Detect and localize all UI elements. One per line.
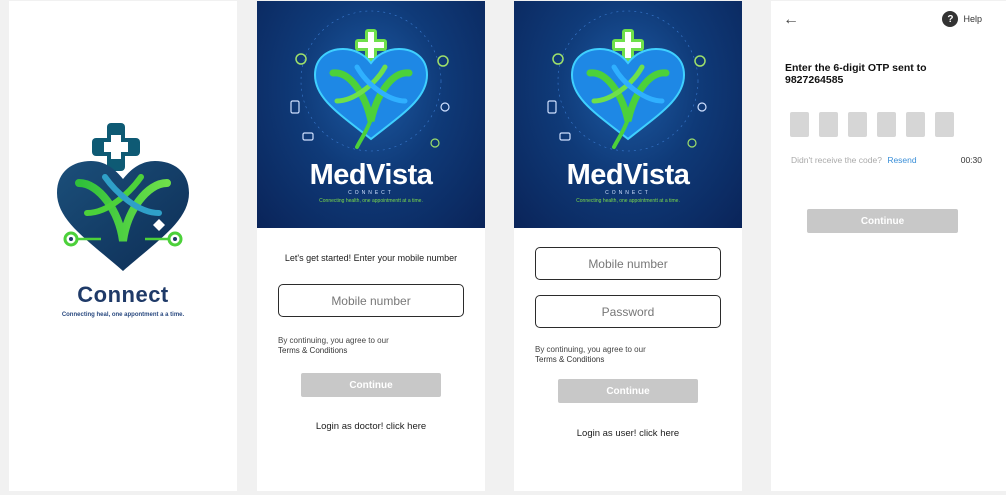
connect-wordmark: Connect bbox=[77, 282, 169, 307]
connect-heart-logo bbox=[57, 123, 189, 271]
mobile-number-input[interactable] bbox=[536, 256, 720, 271]
mobile-number-field[interactable] bbox=[278, 284, 464, 317]
terms-link[interactable]: Terms & Conditions bbox=[535, 355, 646, 365]
terms-text: By continuing, you agree to our bbox=[278, 336, 389, 345]
otp-input-group bbox=[790, 112, 954, 137]
otp-digit-4[interactable] bbox=[877, 112, 896, 137]
resend-timer: 00:30 bbox=[960, 155, 982, 165]
terms-notice: By continuing, you agree to our Terms & … bbox=[535, 345, 646, 365]
mobile-number-input[interactable] bbox=[279, 293, 463, 308]
medvista-subtitle: CONNECT bbox=[605, 190, 651, 196]
hero-banner: MedVista CONNECT Connecting health, one … bbox=[514, 1, 742, 228]
terms-notice: By continuing, you agree to our Terms & … bbox=[278, 336, 389, 356]
otp-digit-2[interactable] bbox=[819, 112, 838, 137]
user-login-screen: MedVista CONNECT Connecting health, one … bbox=[257, 1, 485, 491]
medvista-subtitle: CONNECT bbox=[348, 190, 394, 196]
medvista-tagline: Connecting health, one appointmentt at a… bbox=[319, 198, 423, 204]
terms-text: By continuing, you agree to our bbox=[535, 345, 646, 354]
doctor-login-screen: MedVista CONNECT Connecting health, one … bbox=[514, 1, 742, 491]
resend-link[interactable]: Resend bbox=[887, 155, 916, 165]
otp-digit-1[interactable] bbox=[790, 112, 809, 137]
resend-prompt: Didn't receive the code? bbox=[791, 155, 882, 165]
resend-row: Didn't receive the code? Resend bbox=[791, 155, 917, 165]
mobile-number-field[interactable] bbox=[535, 247, 721, 280]
splash-screen: Connect Connecting heal, one appontment … bbox=[9, 1, 237, 491]
hero-banner: MedVista CONNECT Connecting health, one … bbox=[257, 1, 485, 228]
continue-button[interactable]: Continue bbox=[301, 373, 441, 397]
otp-title: Enter the 6-digit OTP sent to 9827264585 bbox=[785, 62, 927, 86]
password-input[interactable] bbox=[536, 304, 720, 319]
splash-tagline: Connecting heal, one appontment a a time… bbox=[61, 312, 185, 318]
otp-digit-6[interactable] bbox=[935, 112, 954, 137]
login-as-user-link[interactable]: Login as user! click here bbox=[514, 428, 742, 439]
login-as-doctor-link[interactable]: Login as doctor! click here bbox=[257, 421, 485, 432]
help-label: Help bbox=[963, 14, 982, 24]
login-prompt: Let's get started! Enter your mobile num… bbox=[284, 253, 458, 263]
password-field[interactable] bbox=[535, 295, 721, 328]
continue-button[interactable]: Continue bbox=[558, 379, 698, 403]
otp-digit-5[interactable] bbox=[906, 112, 925, 137]
continue-button[interactable]: Continue bbox=[807, 209, 958, 233]
otp-screen: ← ? Help Enter the 6-digit OTP sent to 9… bbox=[771, 1, 1006, 491]
question-icon: ? bbox=[942, 11, 959, 27]
terms-link[interactable]: Terms & Conditions bbox=[278, 346, 389, 356]
otp-digit-3[interactable] bbox=[848, 112, 867, 137]
medvista-wordmark: MedVista bbox=[309, 159, 433, 191]
medvista-wordmark: MedVista bbox=[566, 159, 690, 191]
back-arrow-icon[interactable]: ← bbox=[783, 11, 799, 29]
help-button[interactable]: ? Help bbox=[942, 11, 982, 27]
medvista-tagline: Connecting health, one appointmentt at a… bbox=[576, 198, 680, 204]
